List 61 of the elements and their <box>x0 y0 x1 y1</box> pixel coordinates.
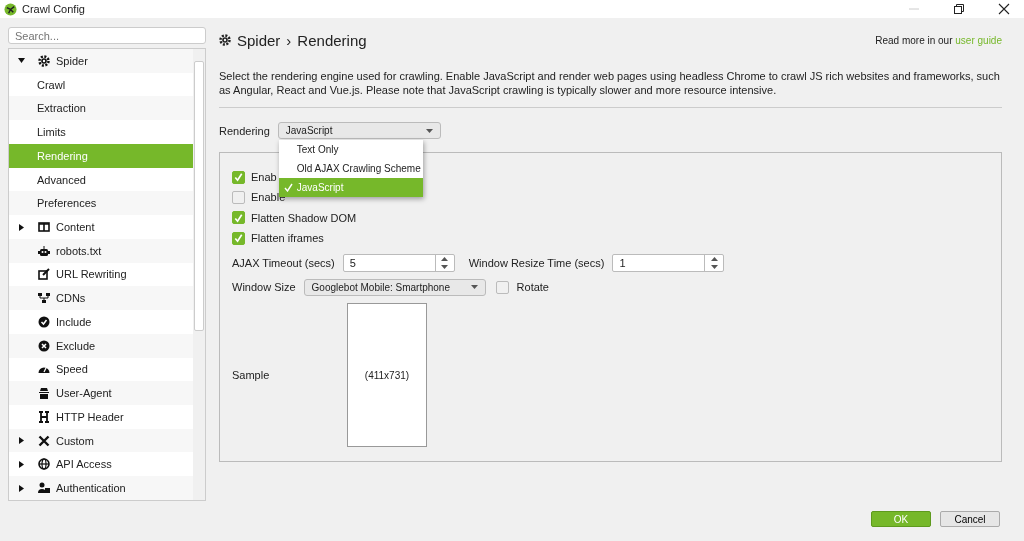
collapsed-arrow-icon[interactable] <box>18 223 25 231</box>
gear-icon <box>219 34 231 46</box>
collapsed-arrow-icon[interactable] <box>18 437 25 445</box>
network-icon <box>38 292 50 305</box>
caret-icon <box>425 128 433 133</box>
tree-item[interactable]: robots.txt <box>9 238 193 263</box>
sample-size-text: (411x731) <box>364 369 410 381</box>
search-field[interactable]: Search... <box>8 27 206 44</box>
tree-item[interactable]: Exclude <box>9 333 193 358</box>
rendering-dropdown[interactable]: JavaScript <box>277 122 441 139</box>
tree-item[interactable]: Preferences <box>9 191 193 216</box>
caret-icon <box>470 285 478 290</box>
rendering-label: Rendering <box>219 124 270 137</box>
checkbox-label: Enab <box>251 171 277 184</box>
check-circle-icon <box>38 315 50 328</box>
checkbox[interactable] <box>232 190 245 204</box>
expanded-arrow-icon[interactable] <box>18 57 25 65</box>
letter-h-icon <box>38 410 50 423</box>
window-size-dropdown[interactable]: Googlebot Mobile: Smartphone <box>303 278 486 296</box>
checkbox[interactable] <box>495 280 509 294</box>
collapsed-arrow-icon[interactable] <box>18 460 25 468</box>
user-lock-icon <box>38 482 50 495</box>
menu-item[interactable]: Text Only <box>278 140 423 159</box>
tree-item[interactable]: Authentication <box>9 476 193 500</box>
checkbox[interactable] <box>232 231 245 245</box>
restore-icon[interactable] <box>953 3 965 15</box>
collapsed-arrow-icon[interactable] <box>18 484 25 492</box>
columns-icon <box>38 221 50 233</box>
spin-box[interactable]: 1 <box>612 253 725 272</box>
tree-item[interactable]: CDNs <box>9 286 193 311</box>
window-size-label: Window Size <box>232 281 296 294</box>
breadcrumb-separator: › <box>286 31 292 49</box>
tree-item[interactable]: User-Agent <box>9 381 193 405</box>
checkbox-label: Flatten Shadow DOM <box>251 211 357 224</box>
checkbox-label: Flatten iframes <box>251 232 324 245</box>
tree-item[interactable]: Extraction <box>9 96 193 121</box>
page-subtitle: Rendering <box>297 31 367 49</box>
check-icon <box>283 183 293 192</box>
description-text: Select the rendering engine used for crawling. Enable JavaScript and render web pages using headless Chrome to crawl JS rich websites and frameworks, such as Angular, React and Vue.js. Please note that JavaScript crawling is typically slower and more resource intensive. <box>219 69 1001 97</box>
window-title: Crawl Config <box>22 3 85 15</box>
sample-label: Sample <box>232 369 271 381</box>
x-circle-icon <box>38 339 50 352</box>
scrollbar[interactable] <box>193 49 205 500</box>
edit-icon <box>38 268 50 281</box>
app-logo-icon <box>4 2 17 16</box>
page-title: Spider <box>237 31 281 49</box>
close-icon[interactable] <box>998 3 1010 15</box>
checkbox[interactable] <box>232 211 245 225</box>
globe-icon <box>38 458 50 471</box>
tree-item[interactable]: Custom <box>9 428 193 453</box>
help-text: Read more in our user guide <box>875 34 1002 46</box>
rotate-label: Rotate <box>516 281 549 294</box>
checkbox[interactable] <box>232 170 245 184</box>
menu-item[interactable]: Old AJAX Crawling Scheme <box>278 159 423 178</box>
gear-icon <box>38 54 50 67</box>
cancel-button[interactable]: Cancel <box>940 511 1000 527</box>
window-resize-time-label: Window Resize Time (secs) <box>468 256 605 269</box>
ajax-timeout-label: AJAX Timeout (secs) <box>232 256 335 269</box>
robot-icon <box>38 244 50 257</box>
spin-box[interactable]: 5 <box>342 253 455 272</box>
tree-item[interactable]: Spider <box>9 49 193 73</box>
